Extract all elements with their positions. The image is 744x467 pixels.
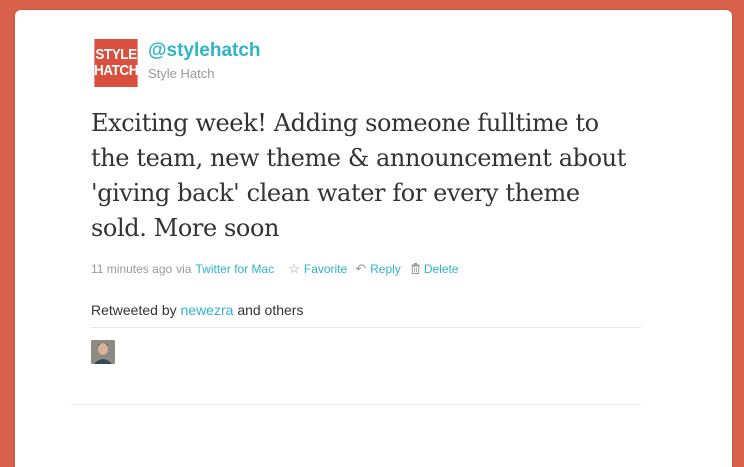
trash-icon bbox=[411, 262, 420, 277]
via-label: via bbox=[176, 262, 192, 276]
star-icon: ☆ bbox=[288, 261, 300, 276]
delete-label: Delete bbox=[423, 262, 459, 276]
retweet-prefix: Retweeted by bbox=[91, 302, 177, 318]
retweeted-by: Retweeted by newezra and others bbox=[91, 302, 303, 318]
style-hatch-logo[interactable]: STYLE HATCH bbox=[94, 39, 139, 87]
tweet-meta: 11 minutes ago via Twitter for Mac ☆ Fav… bbox=[91, 261, 459, 277]
delete-button[interactable]: Delete bbox=[411, 262, 459, 277]
client-link[interactable]: Twitter for Mac bbox=[196, 262, 275, 276]
avatar-face-icon bbox=[91, 340, 115, 364]
logo-line-1: STYLE bbox=[95, 46, 137, 63]
favorite-label: Favorite bbox=[303, 262, 348, 276]
tweet-timestamp[interactable]: 11 minutes ago bbox=[91, 262, 172, 276]
reply-arrow-icon: ↶ bbox=[355, 261, 367, 276]
reply-button[interactable]: ↶ Reply bbox=[355, 261, 401, 277]
user-full-name: Style Hatch bbox=[148, 66, 215, 81]
reply-label: Reply bbox=[370, 262, 401, 276]
retweeter-avatar[interactable] bbox=[91, 340, 115, 364]
user-handle-link[interactable]: @stylehatch bbox=[148, 40, 261, 62]
tweet-text: Exciting week! Adding someone fulltime t… bbox=[91, 109, 626, 242]
favorite-button[interactable]: ☆ Favorite bbox=[288, 261, 347, 277]
retweet-suffix: and others bbox=[237, 302, 304, 318]
divider bbox=[71, 404, 641, 405]
logo-line-2: HATCH bbox=[94, 62, 139, 79]
divider bbox=[91, 327, 641, 328]
retweeter-link[interactable]: newezra bbox=[181, 302, 234, 318]
